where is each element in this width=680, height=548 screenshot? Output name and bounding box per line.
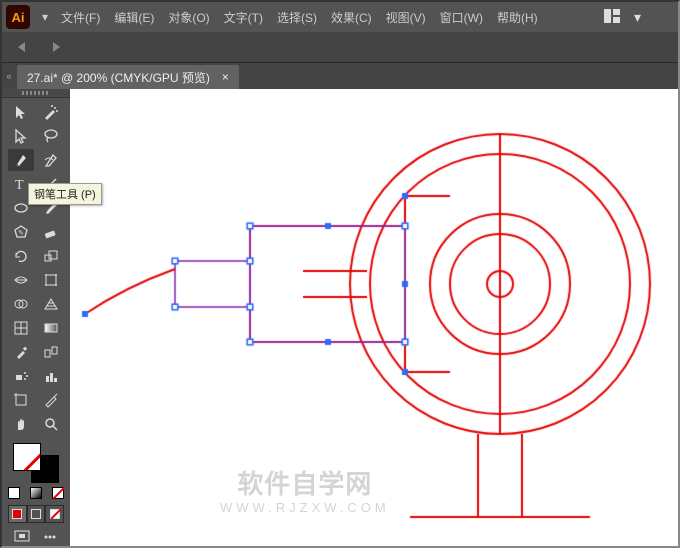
watermark: 软件自学网 WWW.RJZXW.COM — [220, 469, 390, 516]
shape-builder-tool[interactable] — [8, 293, 34, 315]
document-tab-close-icon[interactable]: × — [222, 70, 229, 84]
watermark-line2: WWW.RJZXW.COM — [220, 500, 390, 516]
fill-stroke-swatch[interactable] — [8, 441, 64, 546]
pen-tool-tooltip: 钢笔工具 (P) — [28, 183, 102, 205]
tabbar-collapse-icon[interactable]: « — [4, 65, 14, 87]
fill-swatch[interactable] — [13, 443, 41, 471]
artboard-tool[interactable] — [8, 389, 34, 411]
menu-file[interactable]: 文件(F) — [54, 9, 107, 26]
free-transform-tool[interactable] — [38, 269, 64, 291]
blend-tool[interactable] — [38, 341, 64, 363]
menubar-dropdown-icon[interactable]: ▾ — [36, 10, 54, 24]
none-mode-icon[interactable] — [52, 487, 64, 499]
gradient-tool[interactable] — [38, 317, 64, 339]
menu-select[interactable]: 选择(S) — [270, 9, 324, 26]
tool-grid: T ✎ — [8, 100, 64, 437]
slice-tool[interactable] — [38, 389, 64, 411]
edit-toolbar-button[interactable] — [40, 528, 60, 546]
canvas[interactable]: 软件自学网 WWW.RJZXW.COM — [70, 89, 678, 546]
column-graph-tool[interactable] — [38, 365, 64, 387]
zoom-tool[interactable] — [38, 413, 64, 435]
document-tab-bar: « 27.ai* @ 200% (CMYK/GPU 预览) × — [2, 63, 678, 89]
watermark-line1: 软件自学网 — [237, 469, 372, 499]
app-frame: Ai ▾ 文件(F) 编辑(E) 对象(O) 文字(T) 选择(S) 效果(C)… — [0, 0, 680, 548]
magic-wand-tool[interactable] — [38, 101, 64, 123]
menu-window[interactable]: 窗口(W) — [433, 9, 490, 26]
lasso-tool[interactable] — [38, 125, 64, 147]
eraser-tool[interactable] — [38, 221, 64, 243]
nav-prev-button[interactable] — [5, 35, 37, 59]
hand-tool[interactable] — [8, 413, 34, 435]
document-tab[interactable]: 27.ai* @ 200% (CMYK/GPU 预览) × — [17, 65, 239, 89]
app-logo: Ai — [6, 5, 30, 29]
tools-panel-grip[interactable] — [2, 89, 70, 98]
svg-text:✎: ✎ — [18, 230, 24, 237]
document-tab-title: 27.ai* @ 200% (CMYK/GPU 预览) — [27, 69, 210, 86]
curvature-tool[interactable] — [38, 149, 64, 171]
pen-tool[interactable] — [8, 149, 34, 171]
menu-type[interactable]: 文字(T) — [217, 9, 270, 26]
color-mode-icon[interactable] — [8, 487, 20, 499]
main-area: T ✎ — [2, 89, 678, 546]
draw-mode-row — [8, 505, 64, 523]
draw-behind-button[interactable] — [27, 505, 46, 523]
symbol-sprayer-tool[interactable] — [8, 365, 34, 387]
rotate-tool[interactable] — [8, 245, 34, 267]
screen-mode-button[interactable] — [12, 528, 32, 546]
eyedropper-tool[interactable] — [8, 341, 34, 363]
mesh-tool[interactable] — [8, 317, 34, 339]
menu-help[interactable]: 帮助(H) — [490, 9, 545, 26]
workspace-switcher-icon[interactable] — [597, 9, 627, 26]
menu-object[interactable]: 对象(O) — [161, 9, 216, 26]
control-bar — [2, 32, 678, 63]
menu-view[interactable]: 视图(V) — [379, 9, 433, 26]
menu-effect[interactable]: 效果(C) — [324, 9, 379, 26]
workspace-dropdown-icon[interactable]: ▾ — [627, 9, 648, 26]
menu-edit[interactable]: 编辑(E) — [107, 9, 161, 26]
tools-panel: T ✎ — [2, 89, 70, 546]
draw-normal-button[interactable] — [8, 505, 27, 523]
direct-selection-tool[interactable] — [8, 125, 34, 147]
scale-tool[interactable] — [38, 245, 64, 267]
draw-inside-button[interactable] — [45, 505, 64, 523]
selection-tool[interactable] — [8, 101, 34, 123]
nav-next-button[interactable] — [40, 35, 72, 59]
shaper-tool[interactable]: ✎ — [8, 221, 34, 243]
width-tool[interactable] — [8, 269, 34, 291]
perspective-grid-tool[interactable] — [38, 293, 64, 315]
gradient-mode-icon[interactable] — [30, 487, 42, 499]
svg-text:T: T — [15, 178, 24, 192]
menubar: Ai ▾ 文件(F) 编辑(E) 对象(O) 文字(T) 选择(S) 效果(C)… — [2, 2, 678, 32]
